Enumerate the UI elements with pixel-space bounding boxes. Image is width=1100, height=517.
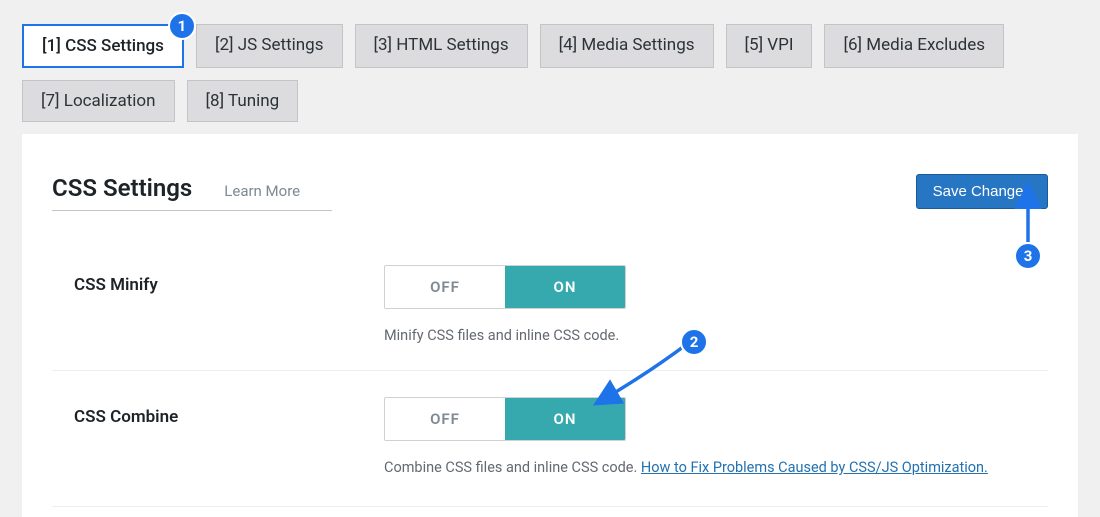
- field-description: Combine CSS files and inline CSS code. H…: [384, 459, 1048, 476]
- tab-html-settings[interactable]: [3] HTML Settings: [355, 24, 528, 68]
- learn-more-link[interactable]: Learn More: [224, 182, 300, 200]
- tab-vpi[interactable]: [5] VPI: [726, 24, 813, 68]
- field-control: OFF ON Combine CSS files and inline CSS …: [384, 397, 1048, 476]
- toggle-off[interactable]: OFF: [385, 398, 505, 440]
- field-label: CSS Combine: [74, 397, 384, 427]
- tab-label: [1] CSS Settings: [42, 36, 164, 56]
- tab-label: [5] VPI: [745, 35, 794, 55]
- toggle-css-combine: OFF ON: [384, 397, 626, 441]
- title-row: CSS Settings Learn More Save Changes: [52, 174, 1048, 211]
- save-changes-button[interactable]: Save Changes: [916, 174, 1048, 209]
- tabs-row: [1] CSS Settings 1 [2] JS Settings [3] H…: [22, 24, 1078, 122]
- tab-media-settings[interactable]: [4] Media Settings: [540, 24, 714, 68]
- annotation-badge-3: 3: [1014, 242, 1042, 270]
- tab-label: [4] Media Settings: [559, 35, 695, 55]
- content-panel: CSS Settings Learn More Save Changes CSS…: [22, 134, 1078, 517]
- title-left: CSS Settings Learn More: [52, 174, 440, 211]
- tab-css-settings[interactable]: [1] CSS Settings 1: [22, 24, 184, 68]
- tab-label: [2] JS Settings: [215, 35, 324, 55]
- tab-label: [3] HTML Settings: [374, 35, 509, 55]
- divider: [52, 506, 1048, 507]
- tab-js-settings[interactable]: [2] JS Settings: [196, 24, 343, 68]
- tab-label: [8] Tuning: [206, 91, 280, 111]
- tab-label: [6] Media Excludes: [843, 35, 985, 55]
- field-description: Minify CSS files and inline CSS code.: [384, 327, 1048, 344]
- tab-media-excludes[interactable]: [6] Media Excludes: [824, 24, 1004, 68]
- desc-link[interactable]: How to Fix Problems Caused by CSS/JS Opt…: [641, 459, 988, 476]
- settings-page: [1] CSS Settings 1 [2] JS Settings [3] H…: [0, 0, 1100, 517]
- toggle-css-minify: OFF ON: [384, 265, 626, 309]
- field-css-minify: CSS Minify OFF ON Minify CSS files and i…: [52, 239, 1048, 371]
- field-label: CSS Minify: [74, 265, 384, 295]
- desc-text: Combine CSS files and inline CSS code.: [384, 459, 641, 476]
- toggle-off[interactable]: OFF: [385, 266, 505, 308]
- field-control: OFF ON Minify CSS files and inline CSS c…: [384, 265, 1048, 344]
- annotation-badge-1: 1: [168, 12, 196, 40]
- toggle-on[interactable]: ON: [505, 398, 625, 440]
- tab-label: [7] Localization: [41, 91, 156, 111]
- tab-tuning[interactable]: [8] Tuning: [187, 80, 299, 122]
- annotation-badge-2: 2: [680, 328, 708, 356]
- tab-localization[interactable]: [7] Localization: [22, 80, 175, 122]
- toggle-on[interactable]: ON: [505, 266, 625, 308]
- field-css-combine: CSS Combine OFF ON Combine CSS files and…: [52, 371, 1048, 502]
